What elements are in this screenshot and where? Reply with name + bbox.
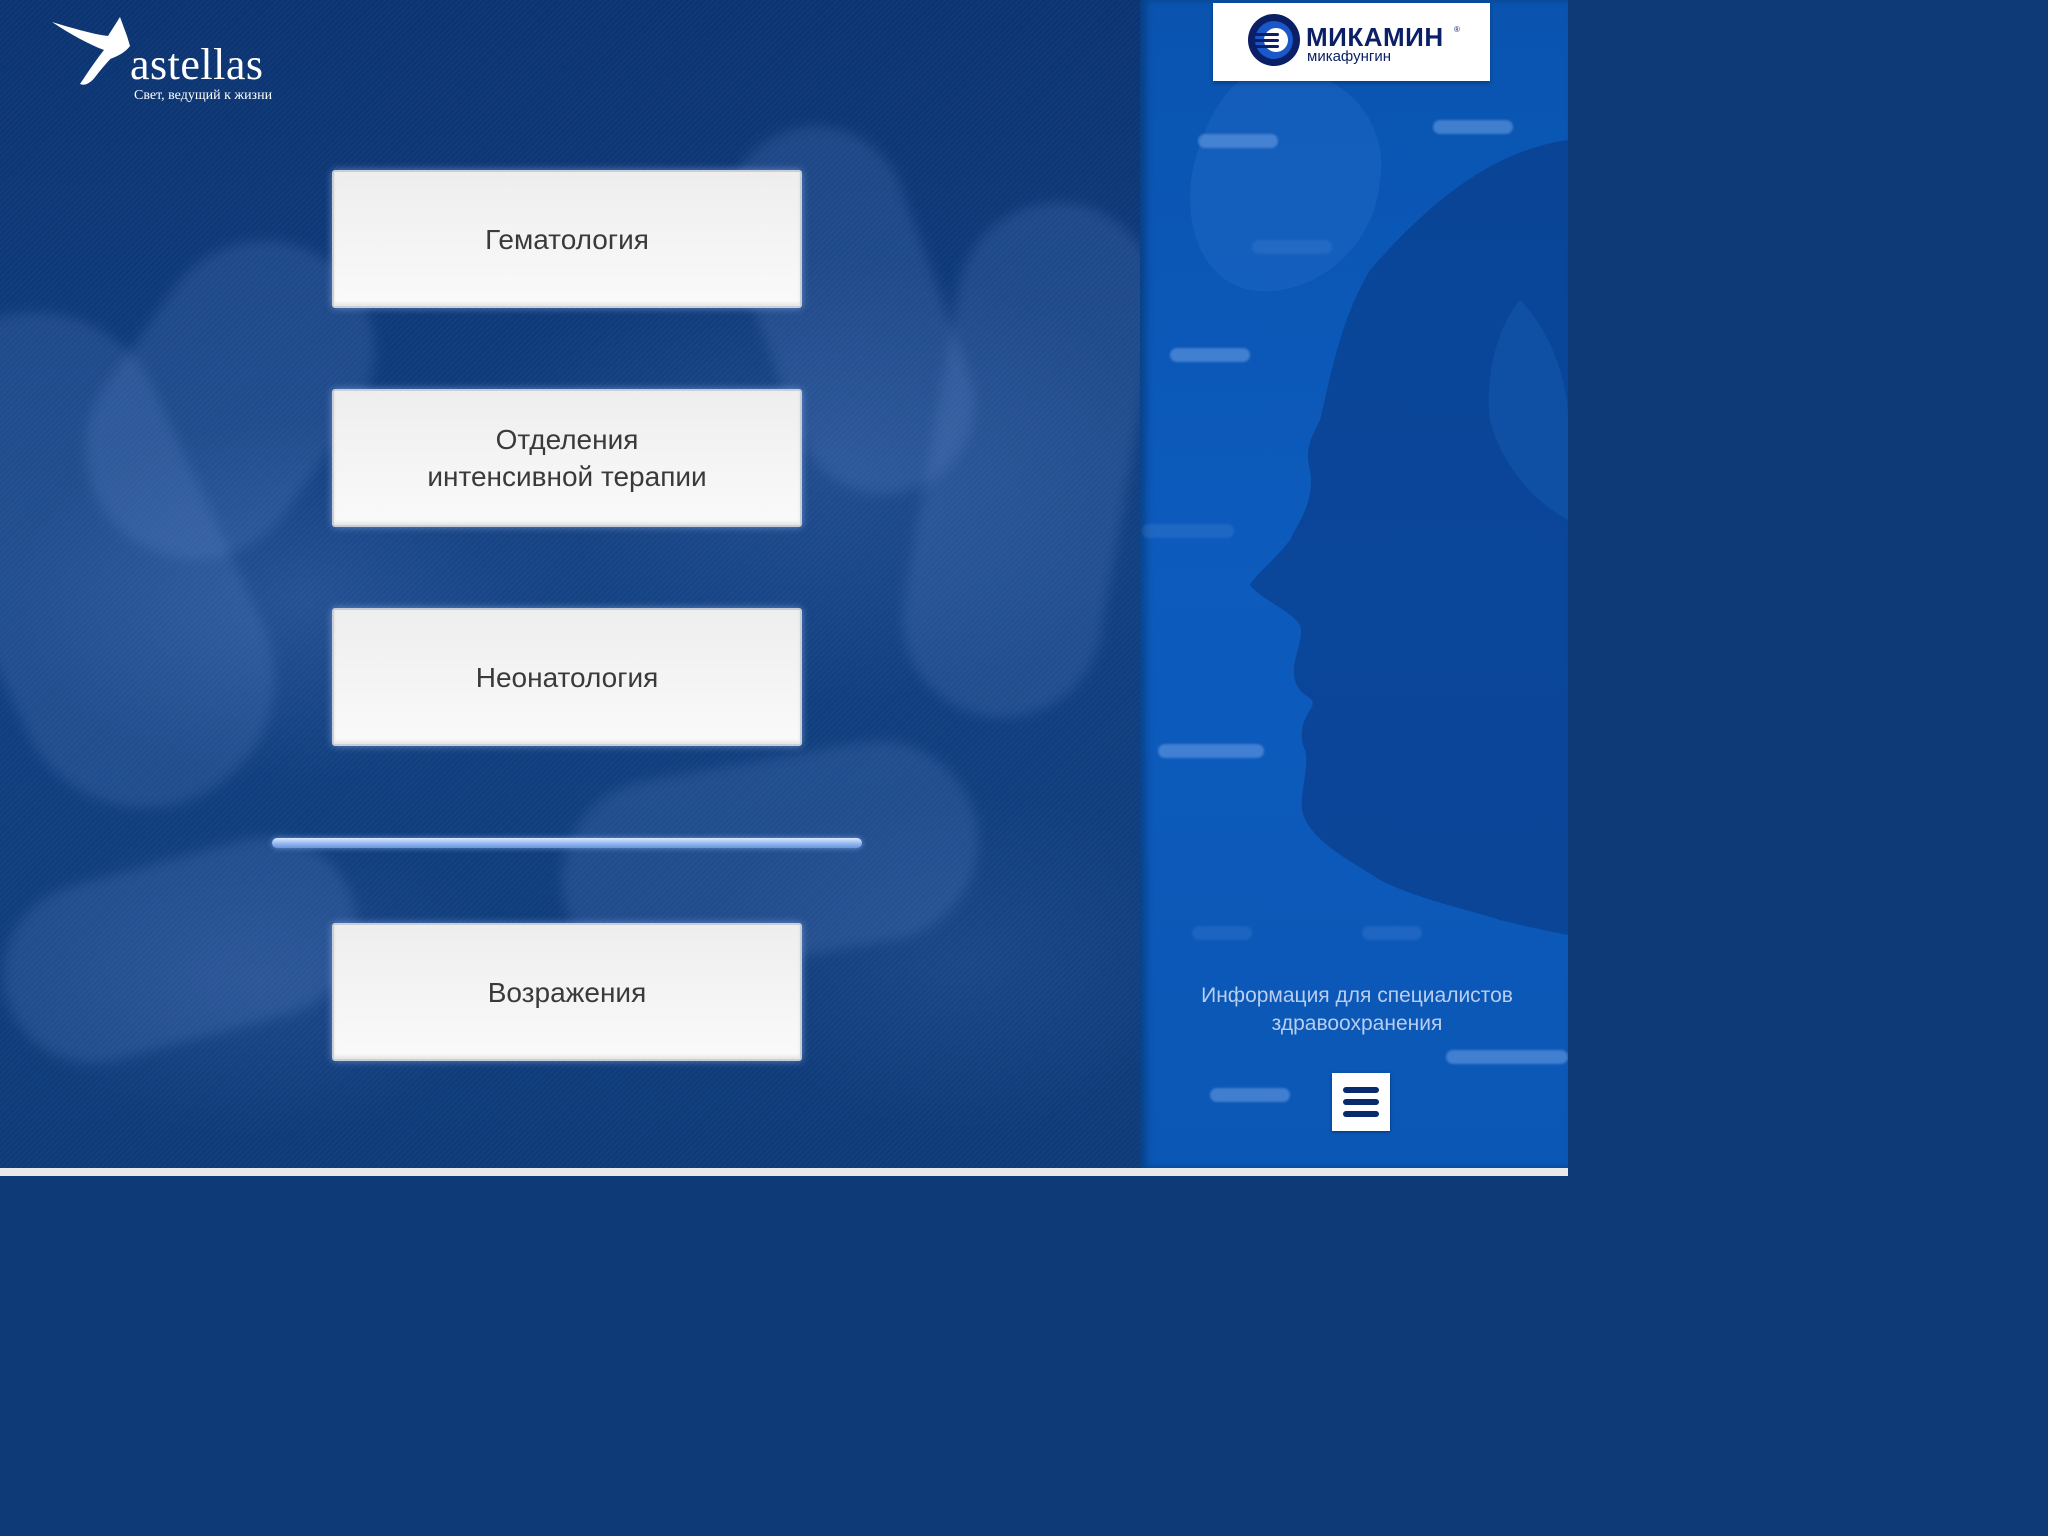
company-tagline: Свет, ведущий к жизни [134,88,273,103]
decor-dash [1170,348,1250,362]
button-label: Возражения [487,976,647,1008]
micamine-logo-icon [1248,14,1300,66]
star-icon [52,17,130,85]
registered-mark: ® [1454,25,1460,34]
audience-notice: Информация для специалистов здравоохране… [1201,984,1513,1035]
company-name: astellas [130,40,264,89]
menu-button[interactable] [1332,1073,1390,1131]
hamburger-icon [1343,1111,1379,1117]
hematology-button[interactable]: Гематология [332,170,802,308]
decor-dash [1198,134,1278,148]
decor-dash [1210,1088,1290,1102]
button-label: Отделения интенсивной терапии [427,424,707,492]
decor-dash [1158,744,1264,758]
product-name: МИКАМИН [1306,22,1444,52]
objections-button[interactable]: Возражения [332,923,802,1061]
decor-dash [1362,926,1422,940]
hamburger-icon [1343,1087,1379,1093]
icu-button[interactable]: Отделения интенсивной терапии [332,389,802,527]
decor-dash [1446,1050,1568,1064]
button-label: Гематология [485,223,649,255]
product-logo: МИКАМИН ® микафунгин [1213,3,1490,81]
section-divider [272,838,862,848]
decor-dash [1192,926,1252,940]
hamburger-icon [1343,1099,1379,1105]
company-logo: astellas Свет, ведущий к жизни [50,14,310,110]
main-panel: astellas Свет, ведущий к жизни Гематолог… [0,0,1140,1168]
background-decor [0,816,378,1084]
product-generic-name: микафунгин [1307,48,1392,65]
decor-dash [1142,524,1234,538]
neonatology-button[interactable]: Неонатология [332,608,802,746]
decor-dash [1252,240,1332,254]
decor-dash [1433,120,1513,134]
button-label: Неонатология [475,661,659,693]
bottom-bar [0,1168,1568,1176]
